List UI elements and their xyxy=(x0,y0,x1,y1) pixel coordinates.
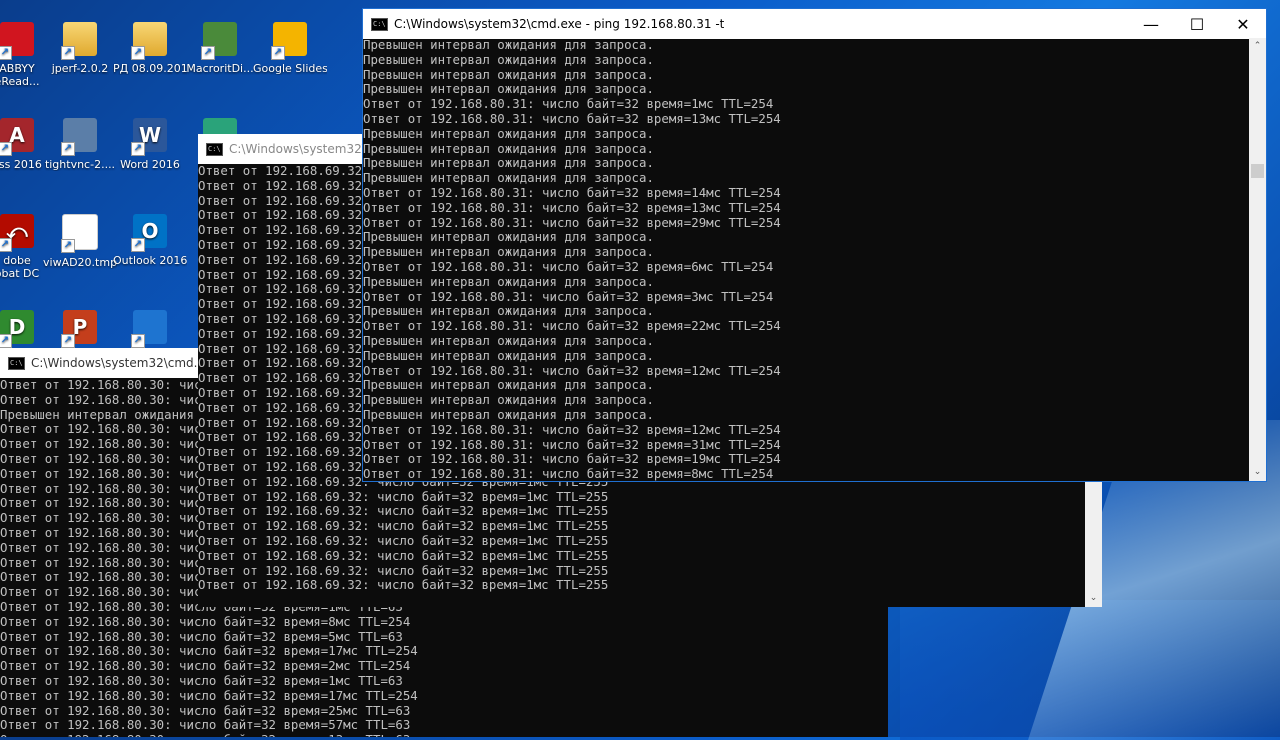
console-line: Ответ от 192.168.80.31: число байт=32 вр… xyxy=(363,96,774,112)
scroll-down-arrow-icon[interactable]: ⌄ xyxy=(1249,464,1266,481)
google-slides-icon xyxy=(271,22,307,60)
console-line: Превышен интервал ожидания для запроса. xyxy=(363,406,654,422)
console-line: Ответ от 192.168.80.31: число байт=32 вр… xyxy=(363,318,781,334)
window-title: C:\Windows\system32\cmd.exe - ping 192.1… xyxy=(394,17,725,31)
console-line: Превышен интервал ожидания для запроса. xyxy=(363,392,654,408)
tightvnc-icon xyxy=(61,118,97,156)
console-line: Ответ от 192.168.80.30: число байт=32 вр… xyxy=(0,628,403,644)
console-line: Ответ от 192.168.69.32: число байт=32 вр… xyxy=(198,562,609,578)
desktop-icon-label: РД 08.09.2019 xyxy=(113,62,187,75)
desktop-icon[interactable]: jperf-2.0.2 xyxy=(43,22,117,75)
desktop-icon-label: Outlook 2016 xyxy=(113,254,187,267)
desktop-icon-label: eRead... xyxy=(0,75,40,88)
console-line: Ответ от 192.168.80.31: число байт=32 вр… xyxy=(363,110,781,126)
word-icon: W xyxy=(131,118,167,156)
desktop-icon-label: jperf-2.0.2 xyxy=(51,62,109,75)
desktop-icon-label: viwAD20.tmp xyxy=(43,256,117,269)
desktop-icon[interactable]: O Outlook 2016 xyxy=(113,214,187,267)
console-line: Ответ от 192.168.80.31: число байт=32 вр… xyxy=(363,288,774,304)
cmd-icon: C:\ xyxy=(206,142,223,156)
console-line: Превышен интервал ожидания для запроса. xyxy=(363,155,654,171)
scroll-down-arrow-icon[interactable]: ⌄ xyxy=(1085,590,1102,607)
access-icon: A xyxy=(0,118,34,156)
desktop-icon[interactable]: MacroritDi... xyxy=(183,22,257,75)
cmd-window-main[interactable]: C:\ C:\Windows\system32\cmd.exe - ping 1… xyxy=(362,8,1267,482)
file-icon xyxy=(61,214,98,253)
console-line: Превышен интервал ожидания для запроса. xyxy=(363,140,654,156)
desktop-wallpaper-glow xyxy=(900,600,1280,740)
minimize-button[interactable]: — xyxy=(1128,9,1174,39)
folder-icon xyxy=(131,22,167,60)
console-line: Ответ от 192.168.69.32: число байт=32 вр… xyxy=(198,547,609,563)
close-button[interactable]: ✕ xyxy=(1220,9,1266,39)
console-line: Ответ от 192.168.80.30: число байт=32 вр… xyxy=(0,672,403,688)
console-line: Ответ от 192.168.80.30: число байт=32 вр… xyxy=(0,658,411,674)
powerpoint-icon: P xyxy=(61,310,97,348)
console-line: Ответ от 192.168.80.30: число байт=32 вр… xyxy=(0,702,411,718)
console-line: Ответ от 192.168.80.31: число байт=32 вр… xyxy=(363,184,781,200)
window-titlebar[interactable]: C:\ C:\Windows\system32\cmd.exe - ping 1… xyxy=(363,9,1266,39)
console-line: Ответ от 192.168.80.31: число байт=32 вр… xyxy=(363,421,781,437)
desktop-icon-label: Google Slides xyxy=(253,62,327,75)
console-line: Ответ от 192.168.80.30: число байт=32 вр… xyxy=(0,613,411,629)
console-line: Превышен интервал ожидания для запроса. xyxy=(363,332,654,348)
console-line: Ответ от 192.168.80.31: число байт=32 вр… xyxy=(363,451,781,467)
console-line: Ответ от 192.168.80.31: число байт=32 вр… xyxy=(363,436,781,452)
console-line: Ответ от 192.168.80.30: число байт=32 вр… xyxy=(0,643,418,659)
console-line: Превышен интервал ожидания для запроса. xyxy=(363,66,654,82)
console-line: Ответ от 192.168.80.31: число байт=32 вр… xyxy=(363,199,781,215)
desktop-icon-label: Word 2016 xyxy=(120,158,180,171)
console-line: Ответ от 192.168.80.30: число байт=32 вр… xyxy=(0,687,418,703)
macrorit-icon xyxy=(201,22,237,60)
console-line: Превышен интервал ожидания для запроса. xyxy=(363,303,654,319)
console-line: Ответ от 192.168.80.31: число байт=32 вр… xyxy=(363,362,781,378)
vertical-scrollbar[interactable]: ⌃ ⌄ xyxy=(1249,38,1266,481)
console-line: Ответ от 192.168.69.32: число байт=32 вр… xyxy=(198,577,609,593)
sphere-app-icon xyxy=(131,310,167,348)
console-line: Превышен интервал ожидания для запроса. xyxy=(363,273,654,289)
desktop-icon-label: tightvnc-2.... xyxy=(44,158,116,171)
desktop-icon[interactable]: W Word 2016 xyxy=(113,118,187,171)
desktop-icon[interactable]: P xyxy=(43,310,117,350)
console-line: Превышен интервал ожидания для запроса. xyxy=(363,125,654,141)
cmd-icon: C:\ xyxy=(371,17,388,31)
console-line: Превышен интервал ожидания для запроса. xyxy=(363,170,654,186)
console-line: Ответ от 192.168.69.32: число байт=32 вр… xyxy=(198,503,609,519)
console-line: Превышен интервал ожидания для запроса. xyxy=(363,347,654,363)
console-line: Ответ от 192.168.80.30: число байт=32 вр… xyxy=(0,717,411,733)
desktop-icon[interactable] xyxy=(113,310,187,350)
scrollbar-thumb[interactable] xyxy=(1251,164,1264,178)
desktop-icon-label: MacroritDi... xyxy=(186,62,254,75)
console-line: Превышен интервал ожидания для запроса. xyxy=(363,377,654,393)
acrobat-icon: ⤺ xyxy=(0,214,34,252)
console-line: Ответ от 192.168.69.32: число байт=32 вр… xyxy=(198,532,609,548)
desktop-icon[interactable]: РД 08.09.2019 xyxy=(113,22,187,75)
console-line: Ответ от 192.168.80.31: число байт=32 вр… xyxy=(363,214,781,230)
console-line: Ответ от 192.168.69.32: число байт=32 вр… xyxy=(198,488,609,504)
desktop-icon[interactable]: Google Slides xyxy=(253,22,327,75)
console-line: Ответ от 192.168.80.31: число байт=32 вр… xyxy=(363,466,774,481)
console-line: Превышен интервал ожидания для запроса. xyxy=(363,38,654,52)
console-line: Превышен интервал ожидания для запроса. xyxy=(363,51,654,67)
outlook-icon: O xyxy=(131,214,167,252)
desktop-icon[interactable]: tightvnc-2.... xyxy=(43,118,117,171)
console-line: Ответ от 192.168.80.31: число байт=32 вр… xyxy=(363,258,774,274)
app-d-icon: D xyxy=(0,310,34,348)
scroll-up-arrow-icon[interactable]: ⌃ xyxy=(1249,38,1266,55)
console-line: Ответ от 192.168.69.32: число байт=32 вр… xyxy=(198,518,609,534)
console-output[interactable]: Превышен интервал ожидания для запроса. П… xyxy=(363,38,1249,481)
maximize-button[interactable]: ☐ xyxy=(1174,9,1220,39)
console-line: Превышен интервал ожидания для запроса. xyxy=(363,244,654,260)
cmd-icon: C:\ xyxy=(8,356,25,370)
folder-icon xyxy=(61,22,97,60)
console-line: Ответ от 192.168.80.30: число байт=32 вр… xyxy=(0,732,888,737)
console-line: Превышен интервал ожидания для запроса. xyxy=(363,229,654,245)
abbyy-icon xyxy=(0,22,34,60)
console-line: Превышен интервал ожидания для запроса. xyxy=(363,81,654,97)
desktop-icon[interactable]: viwAD20.tmp xyxy=(43,214,117,269)
